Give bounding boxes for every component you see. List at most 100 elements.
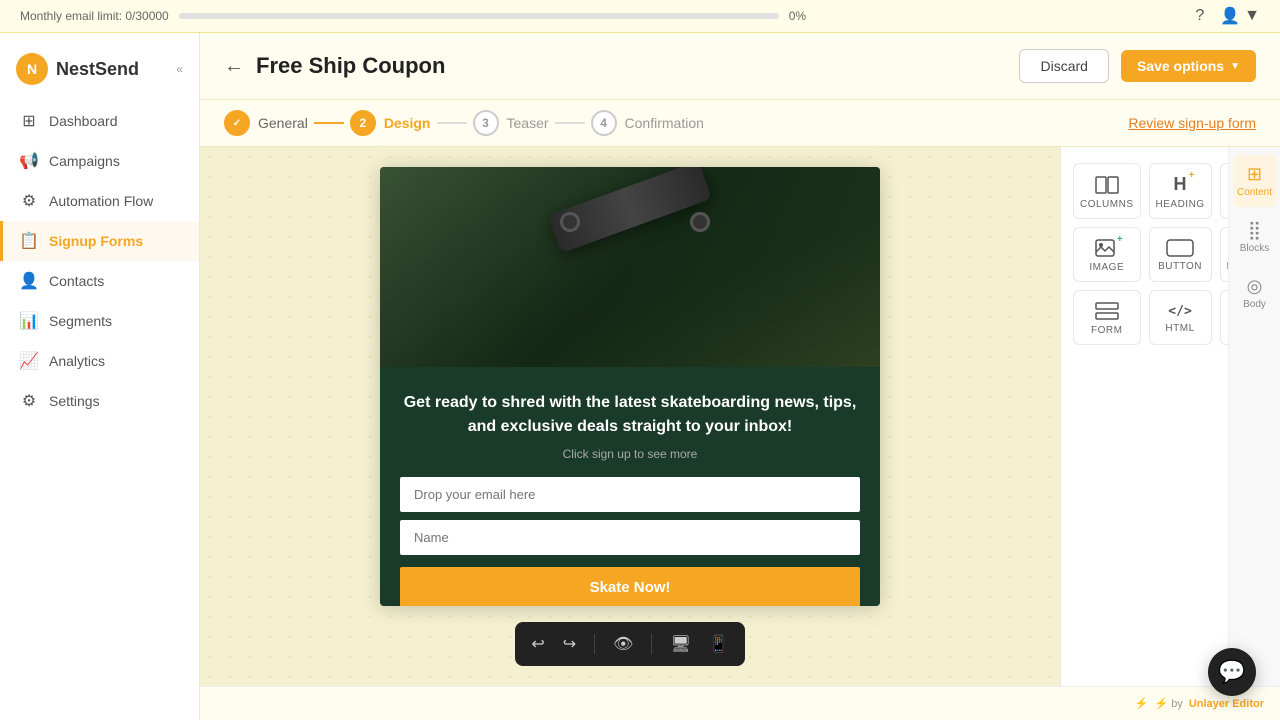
sidebar-item-label: Settings <box>49 393 100 409</box>
app-container: N NestSend « ⊞ Dashboard 📢 Campaigns ⚙ A… <box>0 33 1280 720</box>
panel-tab-body[interactable]: ◎ Body <box>1233 267 1277 319</box>
right-panel: COLUMNS H + HEADING Aa <box>1060 147 1280 686</box>
step-general[interactable]: ✓ General <box>224 110 308 136</box>
body-tab-icon: ◎ <box>1247 276 1263 297</box>
sidebar-item-label: Campaigns <box>49 153 120 169</box>
user-dropdown-arrow: ▼ <box>1244 7 1260 25</box>
save-options-label: Save options <box>1137 58 1224 74</box>
block-item-heading[interactable]: H + HEADING <box>1149 163 1212 219</box>
mobile-view-button[interactable]: 📱 <box>705 630 733 658</box>
step-connector-3 <box>555 122 585 124</box>
block-label-form: FORM <box>1091 325 1122 336</box>
canvas-area: Get ready to shred with the latest skate… <box>200 147 1060 686</box>
email-preview-card: Get ready to shred with the latest skate… <box>380 167 880 606</box>
block-item-button[interactable]: BUTTON <box>1149 227 1212 282</box>
form-icon <box>1095 301 1119 321</box>
sidebar-item-label: Analytics <box>49 353 105 369</box>
user-avatar-icon: 👤 <box>1220 6 1240 26</box>
block-label-image: IMAGE <box>1089 262 1124 273</box>
content-tab-label: Content <box>1237 187 1272 198</box>
sidebar-item-settings[interactable]: ⚙ Settings <box>0 381 199 421</box>
block-item-html[interactable]: </> HTML <box>1149 290 1212 345</box>
sidebar-item-campaigns[interactable]: 📢 Campaigns <box>0 141 199 181</box>
step-connector-2 <box>437 122 467 124</box>
unlayer-footer: ⚡ ⚡ by Unlayer Editor <box>200 686 1280 720</box>
sidebar-item-automation[interactable]: ⚙ Automation Flow <box>0 181 199 221</box>
block-item-image[interactable]: + IMAGE <box>1073 227 1141 282</box>
logo-icon: N <box>16 53 48 85</box>
chat-bubble-button[interactable]: 💬 <box>1208 648 1256 696</box>
panel-content: COLUMNS H + HEADING Aa <box>1061 147 1228 686</box>
sidebar-logo: N NestSend « <box>0 45 199 101</box>
block-item-columns[interactable]: COLUMNS <box>1073 163 1141 219</box>
sidebar-item-contacts[interactable]: 👤 Contacts <box>0 261 199 301</box>
user-menu-button[interactable]: 👤 ▼ <box>1220 6 1260 26</box>
help-button[interactable]: ? <box>1195 7 1204 25</box>
email-subtext: Click sign up to see more <box>400 447 860 461</box>
editor-area: Get ready to shred with the latest skate… <box>200 147 1280 686</box>
sidebar-item-dashboard[interactable]: ⊞ Dashboard <box>0 101 199 141</box>
analytics-icon: 📈 <box>19 351 39 371</box>
step-label-confirmation: Confirmation <box>625 115 704 131</box>
step-label-general: General <box>258 115 308 131</box>
step-connector-1 <box>314 122 344 124</box>
email-limit-bar: Monthly email limit: 0/30000 0% ? 👤 ▼ <box>0 0 1280 33</box>
header-actions: ? 👤 ▼ <box>1195 6 1260 26</box>
blocks-grid: COLUMNS H + HEADING Aa <box>1073 163 1216 345</box>
block-label-button: BUTTON <box>1158 261 1202 272</box>
email-progress-pct: 0% <box>789 9 806 23</box>
sidebar-item-segments[interactable]: 📊 Segments <box>0 301 199 341</box>
html-icon: </> <box>1168 304 1191 319</box>
sidebar-item-analytics[interactable]: 📈 Analytics <box>0 341 199 381</box>
automation-icon: ⚙ <box>19 191 39 211</box>
redo-button[interactable]: ↪ <box>559 630 580 658</box>
block-item-divider[interactable]: DIVIDER <box>1220 227 1228 282</box>
discard-button[interactable]: Discard <box>1019 49 1108 83</box>
email-limit-label: Monthly email limit: 0/30000 <box>20 9 169 23</box>
image-icon: + <box>1095 238 1119 258</box>
panel-sidebar-tabs: ⊞ Content ⣿ Blocks ◎ Body <box>1228 147 1280 686</box>
preview-button[interactable]: 👁 <box>609 630 637 658</box>
panel-tab-content[interactable]: ⊞ Content <box>1233 155 1277 207</box>
step-teaser[interactable]: 3 Teaser <box>473 110 549 136</box>
block-item-text[interactable]: Aa TEXT <box>1220 163 1228 219</box>
body-tab-label: Body <box>1243 299 1266 310</box>
email-hero-image <box>380 167 880 367</box>
toolbar-separator-2 <box>651 634 652 654</box>
step-confirmation[interactable]: 4 Confirmation <box>591 110 704 136</box>
back-button[interactable]: ← <box>224 55 244 78</box>
desktop-view-button[interactable]: 🖥 <box>666 630 694 658</box>
unlayer-editor-link[interactable]: Unlayer Editor <box>1189 698 1264 710</box>
step-design[interactable]: 2 Design <box>350 110 431 136</box>
blocks-tab-icon: ⣿ <box>1248 220 1261 241</box>
sidebar: N NestSend « ⊞ Dashboard 📢 Campaigns ⚙ A… <box>0 33 200 720</box>
step-circle-confirmation: 4 <box>591 110 617 136</box>
email-cta-button: Skate Now! <box>400 567 860 606</box>
chat-icon: 💬 <box>1218 659 1245 685</box>
sidebar-item-label: Contacts <box>49 273 104 289</box>
contacts-icon: 👤 <box>19 271 39 291</box>
sidebar-item-signup-forms[interactable]: 📋 Signup Forms <box>0 221 199 261</box>
review-signup-form-link[interactable]: Review sign-up form <box>1128 115 1256 131</box>
block-item-menu[interactable]: MENU <box>1220 290 1228 345</box>
block-item-form[interactable]: FORM <box>1073 290 1141 345</box>
sidebar-item-label: Signup Forms <box>49 233 143 249</box>
steps-bar: ✓ General 2 Design 3 Teaser 4 Confirmati… <box>200 100 1280 147</box>
save-options-button[interactable]: Save options ▼ <box>1121 50 1256 82</box>
app-name: NestSend <box>56 59 139 80</box>
email-headline: Get ready to shred with the latest skate… <box>400 391 860 439</box>
block-label-html: HTML <box>1165 323 1194 334</box>
sidebar-nav: ⊞ Dashboard 📢 Campaigns ⚙ Automation Flo… <box>0 101 199 421</box>
panel-tab-blocks[interactable]: ⣿ Blocks <box>1233 211 1277 263</box>
main-content: ← Free Ship Coupon Discard Save options … <box>200 33 1280 720</box>
email-preview-body: Get ready to shred with the latest skate… <box>380 367 880 606</box>
name-input-preview <box>400 520 860 555</box>
step-label-teaser: Teaser <box>507 115 549 131</box>
email-input-preview <box>400 477 860 512</box>
blocks-tab-label: Blocks <box>1240 243 1269 254</box>
step-circle-design: 2 <box>350 110 376 136</box>
sidebar-collapse-button[interactable]: « <box>176 62 183 76</box>
undo-button[interactable]: ↩ <box>527 630 548 658</box>
unlayer-by-text: ⚡ by <box>1154 697 1182 710</box>
block-label-columns: COLUMNS <box>1080 199 1134 210</box>
